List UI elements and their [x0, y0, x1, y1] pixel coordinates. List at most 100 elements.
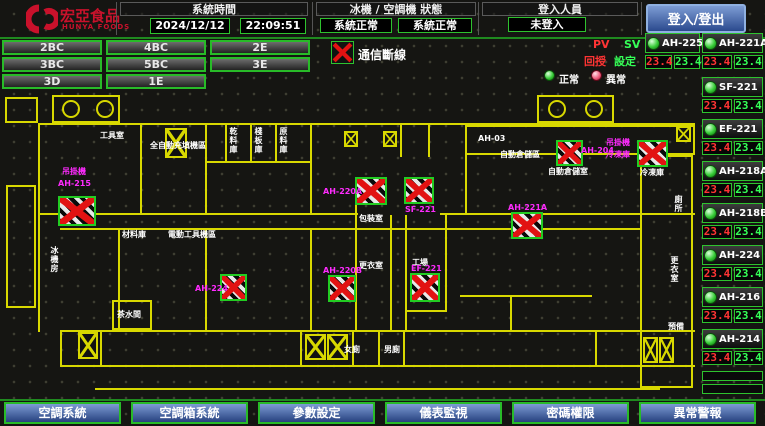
wall-block: [6, 185, 36, 308]
room-label: 工具室: [100, 131, 124, 140]
room-label: 女廁: [344, 345, 360, 354]
unit-name: AH-224: [719, 250, 760, 261]
unit-sv-value: 23.4: [734, 55, 763, 69]
header-divider: [312, 2, 313, 35]
wall: [100, 332, 102, 365]
normal-led-icon: [544, 70, 555, 81]
header-divider: [478, 2, 479, 35]
wall: [205, 230, 207, 330]
floor-button-5bc[interactable]: 5BC: [106, 57, 206, 72]
spiral-stair-icon: [585, 100, 603, 118]
unit-panel-empty: [702, 371, 763, 381]
offline-unit-marker[interactable]: [637, 140, 668, 167]
nav-hvac-system[interactable]: 空調系統: [4, 402, 121, 424]
unit-panel-ah-225[interactable]: AH-225: [645, 33, 700, 53]
wall: [405, 215, 407, 332]
unit-name: AH-221A: [719, 38, 765, 49]
offline-unit-marker[interactable]: [328, 275, 356, 302]
unit-panel-ef-221[interactable]: EF-221: [702, 119, 763, 139]
unit-led-icon: [704, 249, 717, 262]
abnormal-led-icon: [591, 70, 602, 81]
nav-ahu-system[interactable]: 空調箱系統: [131, 402, 248, 424]
unit-sv-value: 23.4: [734, 351, 763, 365]
unit-panel-ah-218b[interactable]: AH-218B: [702, 203, 763, 223]
abnormal-label: 異常: [606, 71, 626, 86]
nav-meter-monitoring[interactable]: 儀表監視: [385, 402, 502, 424]
unit-panel-ah-224[interactable]: AH-224: [702, 245, 763, 265]
comm-loss-label: 通信斷線: [358, 46, 406, 63]
unit-panel-sf-221[interactable]: SF-221: [702, 77, 763, 97]
floor-button-3bc[interactable]: 3BC: [2, 57, 102, 72]
room-label: 冰機房: [50, 246, 59, 273]
hmi-screen: 宏亞食品 HUNYA FOODS 系統時間 2024/12/12 22:09:5…: [0, 0, 765, 426]
wall: [205, 161, 312, 163]
login-logout-button[interactable]: 登入/登出: [646, 4, 746, 33]
floor-button-1e[interactable]: 1E: [106, 74, 206, 89]
wall: [250, 125, 252, 163]
wall: [595, 332, 597, 365]
floor-button-2e[interactable]: 2E: [210, 40, 310, 55]
room-label: AH-03: [478, 134, 505, 143]
unit-pv-value: 23.4: [702, 183, 732, 197]
equipment-label: SF-221: [405, 205, 436, 214]
stair-x-icon: [643, 337, 658, 363]
login-user-label: 登入人員: [482, 2, 638, 16]
unit-name: EF-221: [719, 124, 757, 135]
wall: [95, 388, 660, 390]
header-divider: [641, 2, 642, 35]
nav-alarm[interactable]: 異常警報: [639, 402, 756, 424]
offline-unit-marker[interactable]: [556, 140, 583, 166]
floor-button-3d[interactable]: 3D: [2, 74, 102, 89]
unit-led-icon: [704, 291, 717, 304]
wall: [205, 125, 207, 215]
machine-status-label: 冰機 / 空調機 狀態: [316, 2, 476, 16]
equipment-label: AH-220B: [323, 266, 362, 275]
unit-pv-value: 23.4: [702, 309, 732, 323]
unit-sv-value: 23.4: [734, 225, 763, 239]
unit-led-icon: [704, 207, 717, 220]
unit-sv-value: 23.4: [734, 309, 763, 323]
sv-label: SV: [624, 38, 640, 51]
room-label: 廁所: [674, 195, 683, 213]
room-label: 男廁: [384, 345, 400, 354]
nav-separator: [0, 399, 765, 401]
offline-unit-marker[interactable]: [511, 212, 543, 239]
unit-panel-ah-214[interactable]: AH-214: [702, 329, 763, 349]
unit-led-icon: [647, 37, 660, 50]
unit-name: AH-225: [662, 38, 703, 49]
unit-pv-value: 23.4: [645, 55, 672, 69]
offline-unit-marker[interactable]: [410, 273, 440, 302]
floor-button-2bc[interactable]: 2BC: [2, 40, 102, 55]
nav-parameter-settings[interactable]: 參數設定: [258, 402, 375, 424]
nav-password-authority[interactable]: 密碼權限: [512, 402, 629, 424]
equipment-label: EF-221: [411, 264, 442, 273]
offline-unit-marker[interactable]: [404, 177, 434, 204]
offline-unit-marker[interactable]: [58, 196, 96, 226]
floor-button-3e[interactable]: 3E: [210, 57, 310, 72]
system-time-label: 系統時間: [120, 2, 308, 16]
unit-panel-empty: [702, 384, 763, 394]
unit-led-icon: [704, 81, 717, 94]
unit-led-icon: [704, 37, 717, 50]
unit-panel-ah-216[interactable]: AH-216: [702, 287, 763, 307]
unit-panel-ah-221a[interactable]: AH-221A: [702, 33, 763, 53]
unit-panel-ah-218a[interactable]: AH-218A: [702, 161, 763, 181]
unit-sv-value: 23.4: [674, 55, 700, 69]
wall: [140, 125, 142, 215]
room-label: 電動工具機區: [168, 230, 216, 239]
room-label: 預備: [668, 322, 684, 331]
pv-label: PV: [593, 38, 610, 51]
room-label: 全自動充填機區: [150, 141, 206, 150]
room-label: 原料庫: [279, 127, 288, 154]
unit-name: SF-221: [719, 82, 758, 93]
wall: [310, 230, 312, 330]
equipment-label: AH-215: [58, 179, 91, 188]
unit-name: AH-218B: [719, 208, 765, 219]
spiral-stair-icon: [96, 100, 114, 118]
unit-pv-value: 23.4: [702, 267, 732, 281]
stair-x-icon: [676, 126, 691, 142]
room-label: 冷凍庫: [640, 168, 664, 177]
wall: [60, 365, 695, 367]
floor-button-4bc[interactable]: 4BC: [106, 40, 206, 55]
stair-x-icon: [344, 131, 358, 147]
